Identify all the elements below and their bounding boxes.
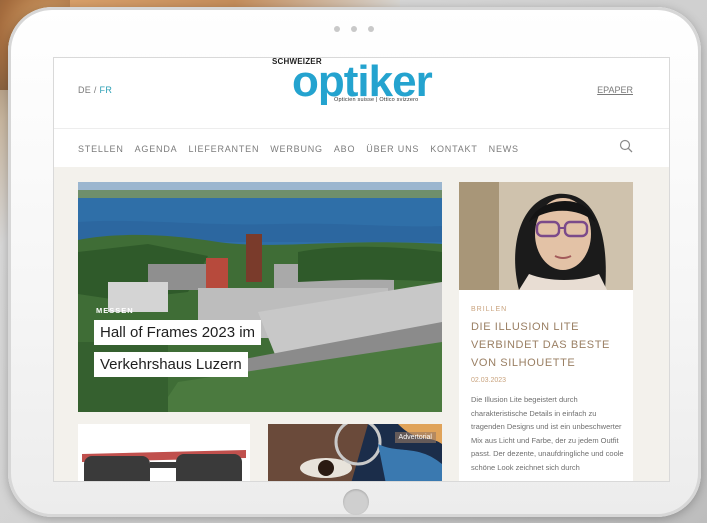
lang-separator: / bbox=[91, 85, 100, 95]
nav-item-stellen[interactable]: STELLEN bbox=[78, 144, 124, 154]
language-switch: DE / FR bbox=[78, 85, 112, 95]
nav-item-abo[interactable]: ABO bbox=[334, 144, 355, 154]
logo-tagline: Opticien suisse | Ottico svizzero bbox=[334, 97, 419, 103]
article-card-image bbox=[459, 182, 633, 290]
nav-item-lieferanten[interactable]: LIEFERANTEN bbox=[188, 144, 259, 154]
article-card-teaser: Die Illusion Lite begeistert durch chara… bbox=[471, 395, 624, 472]
hero-title-line2[interactable]: Verkehrshaus Luzern bbox=[94, 352, 248, 377]
epaper-link[interactable]: EPAPER bbox=[597, 85, 633, 95]
nav-item-ueber-uns[interactable]: ÜBER UNS bbox=[366, 144, 419, 154]
lang-fr-link[interactable]: FR bbox=[100, 85, 113, 95]
article-tile-advertorial[interactable]: Advertorial bbox=[268, 424, 442, 481]
camera-dots bbox=[334, 26, 374, 36]
hero-category: MESSEN bbox=[96, 306, 134, 315]
article-tile-glasses[interactable] bbox=[78, 424, 250, 481]
site-logo[interactable]: SCHWEIZER optiker Opticien suisse | Otti… bbox=[264, 58, 454, 108]
search-icon[interactable] bbox=[619, 139, 633, 153]
lang-de-link[interactable]: DE bbox=[78, 85, 91, 95]
site-header: DE / FR SCHWEIZER optiker Opticien suiss… bbox=[54, 58, 669, 128]
website-screen: DE / FR SCHWEIZER optiker Opticien suiss… bbox=[53, 57, 670, 482]
article-card[interactable]: BRILLEN DIE ILLUSION LITE VERBINDET DAS … bbox=[459, 182, 633, 481]
hero-title-line1[interactable]: Hall of Frames 2023 im bbox=[94, 320, 262, 345]
hero-image bbox=[78, 182, 442, 412]
article-card-date: 02.03.2023 bbox=[471, 377, 507, 384]
nav-item-kontakt[interactable]: KONTAKT bbox=[430, 144, 477, 154]
advertorial-badge: Advertorial bbox=[394, 432, 436, 443]
nav-item-werbung[interactable]: WERBUNG bbox=[270, 144, 323, 154]
article-card-category: BRILLEN bbox=[471, 306, 508, 313]
hero-article[interactable]: MESSEN Hall of Frames 2023 im Verkehrsha… bbox=[78, 182, 442, 412]
main-nav: STELLEN AGENDA LIEFERANTEN WERBUNG ABO Ü… bbox=[54, 128, 669, 167]
nav-item-agenda[interactable]: AGENDA bbox=[135, 144, 178, 154]
article-card-title[interactable]: DIE ILLUSION LITE VERBINDET DAS BESTE VO… bbox=[471, 318, 621, 372]
sunglasses-image bbox=[78, 424, 250, 481]
nav-item-news[interactable]: NEWS bbox=[489, 144, 519, 154]
home-button[interactable] bbox=[343, 489, 369, 515]
